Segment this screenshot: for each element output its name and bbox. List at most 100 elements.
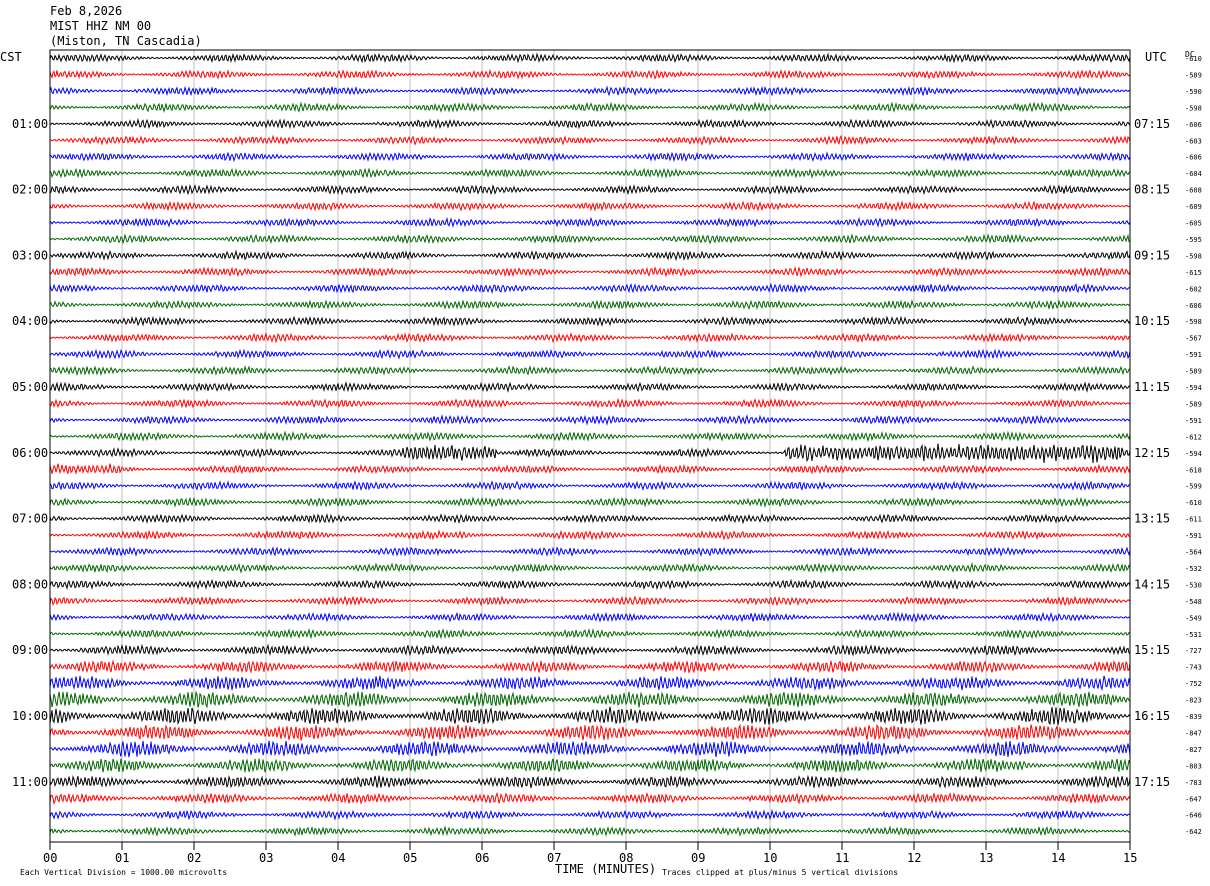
dc-offset-label: -609 xyxy=(1185,203,1202,211)
seismic-trace xyxy=(49,151,1131,163)
scale-note: Each Vertical Division = 1000.00 microvo… xyxy=(20,868,227,877)
seismic-trace xyxy=(49,184,1131,196)
dc-offset-label: -610 xyxy=(1185,499,1202,507)
seismic-trace xyxy=(49,529,1131,541)
dc-offset-label: -567 xyxy=(1185,335,1202,343)
right-hour-label: 13:15 xyxy=(1134,512,1170,526)
seismic-trace xyxy=(49,546,1131,558)
seismic-trace xyxy=(49,216,1131,228)
dc-offset-label: -530 xyxy=(1185,581,1202,589)
seismic-trace xyxy=(49,758,1131,773)
dc-offset-label: -605 xyxy=(1185,220,1202,228)
dc-offset-label: -589 xyxy=(1185,400,1202,408)
dc-offset-label: -606 xyxy=(1185,302,1202,310)
x-tick-label: 00 xyxy=(43,851,57,865)
seismic-trace xyxy=(49,414,1131,426)
dc-offset-label: -612 xyxy=(1185,433,1202,441)
left-hour-label: 11:00 xyxy=(12,775,48,789)
dc-offset-label: -598 xyxy=(1185,104,1202,112)
seismic-trace xyxy=(49,791,1131,805)
seismic-trace xyxy=(49,233,1131,245)
dc-offset-label: -548 xyxy=(1185,598,1202,606)
grid-lines xyxy=(49,50,1131,842)
x-tick-label: 03 xyxy=(259,851,273,865)
seismic-trace xyxy=(49,249,1131,262)
seismic-trace xyxy=(49,443,1131,464)
dc-offset-label: -839 xyxy=(1185,713,1202,721)
x-tick-label: 15 xyxy=(1123,851,1137,865)
seismic-trace xyxy=(49,675,1131,692)
dc-offset-label: -727 xyxy=(1185,647,1202,655)
dc-offset-label: -803 xyxy=(1185,762,1202,770)
dc-offset-label: -598 xyxy=(1185,318,1202,326)
left-hour-label: 08:00 xyxy=(12,577,48,591)
seismic-trace xyxy=(49,282,1131,295)
dc-offset-label: -599 xyxy=(1185,483,1202,491)
seismic-trace xyxy=(49,595,1131,607)
plot-frame xyxy=(49,49,1131,843)
dc-offset-label: -564 xyxy=(1185,549,1202,557)
seismic-trace xyxy=(49,611,1131,623)
x-tick-label: 09 xyxy=(691,851,705,865)
dc-offset-label: -595 xyxy=(1185,236,1202,244)
left-timezone-label: CST xyxy=(0,50,22,64)
dc-offset-label: -589 xyxy=(1185,71,1202,79)
seismic-trace xyxy=(49,85,1131,97)
dc-offset-label: -594 xyxy=(1185,384,1202,392)
seismic-trace xyxy=(49,706,1131,726)
left-hour-label: 02:00 xyxy=(12,183,48,197)
seismic-trace xyxy=(49,397,1131,410)
right-hour-label: 08:15 xyxy=(1134,183,1170,197)
right-hour-label: 11:15 xyxy=(1134,380,1170,394)
right-timezone-label: UTC xyxy=(1145,50,1167,64)
left-hour-label: 10:00 xyxy=(12,709,48,723)
left-hour-label: 03:00 xyxy=(12,248,48,262)
x-tick-label: 14 xyxy=(1051,851,1065,865)
right-hour-label: 14:15 xyxy=(1134,577,1170,591)
dc-offset-label: -531 xyxy=(1185,631,1202,639)
seismic-trace xyxy=(49,578,1131,591)
dc-offset-label: -594 xyxy=(1185,450,1202,458)
clip-note: Traces clipped at plus/minus 5 vertical … xyxy=(662,868,898,877)
dc-offset-label: -647 xyxy=(1185,795,1202,803)
dc-offset-label: -604 xyxy=(1185,170,1202,178)
dc-offset-label: -591 xyxy=(1185,532,1202,540)
dc-header-label: DC xyxy=(1185,50,1195,59)
dc-offset-label: -608 xyxy=(1185,187,1202,195)
dc-offset-label: -783 xyxy=(1185,779,1202,787)
x-tick-label: 02 xyxy=(187,851,201,865)
dc-offset-label: -618 xyxy=(1185,466,1202,474)
trace-layer xyxy=(49,52,1131,837)
x-tick-label: 04 xyxy=(331,851,345,865)
seismic-trace xyxy=(49,562,1131,574)
seismic-trace xyxy=(49,723,1130,741)
dc-offset-label: -827 xyxy=(1185,746,1202,754)
left-hour-label: 06:00 xyxy=(12,446,48,460)
seismic-trace xyxy=(49,430,1131,443)
seismic-trace xyxy=(49,134,1131,146)
seismic-trace xyxy=(49,643,1131,657)
seismic-trace xyxy=(49,774,1131,789)
right-hour-label: 17:15 xyxy=(1134,775,1170,789)
dc-offset-label: -606 xyxy=(1185,154,1202,162)
seismic-trace xyxy=(49,381,1131,393)
dc-offset-label: -598 xyxy=(1185,252,1202,260)
x-tick-label: 10 xyxy=(763,851,777,865)
seismic-trace xyxy=(49,101,1131,114)
seismic-trace xyxy=(49,266,1131,278)
dc-offset-label: -590 xyxy=(1185,88,1202,96)
seismic-trace xyxy=(49,808,1131,821)
right-hour-label: 15:15 xyxy=(1134,643,1170,657)
seismic-trace xyxy=(49,200,1131,212)
seismic-trace xyxy=(49,167,1131,179)
right-hour-label: 12:15 xyxy=(1134,446,1170,460)
dc-offset-label: -615 xyxy=(1185,269,1202,277)
dc-offset-label: -611 xyxy=(1185,516,1202,524)
seismic-trace xyxy=(49,299,1131,311)
dc-offset-label: -549 xyxy=(1185,614,1202,622)
x-axis-title: TIME (MINUTES) xyxy=(555,862,656,876)
seismic-trace xyxy=(49,690,1131,709)
dc-offset-label: -752 xyxy=(1185,680,1202,688)
seismic-trace xyxy=(49,496,1131,508)
dc-offset-label: -646 xyxy=(1185,812,1202,820)
